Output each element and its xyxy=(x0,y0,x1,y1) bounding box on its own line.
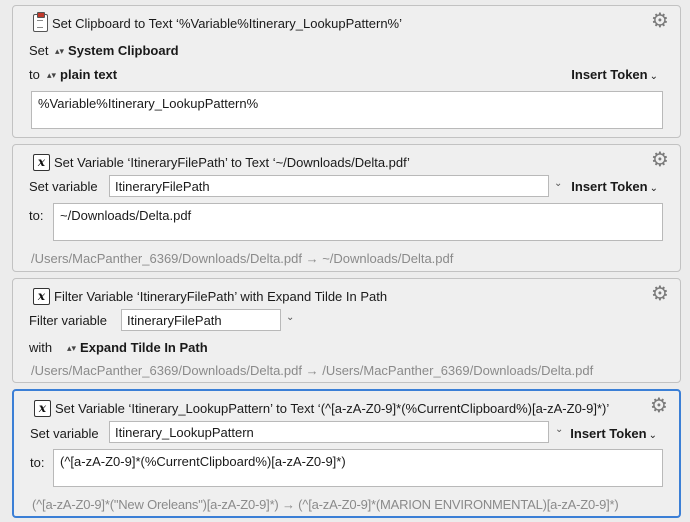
to-label: to xyxy=(29,67,40,82)
insert-token-label: Insert Token xyxy=(571,179,648,194)
clipboard-icon xyxy=(33,12,48,32)
action-filter-variable[interactable]: x Filter Variable ‘ItineraryFilePath’ wi… xyxy=(12,278,681,383)
variable-icon: x xyxy=(33,287,50,305)
gear-icon[interactable]: ⚙ xyxy=(649,396,669,416)
chevron-down-icon[interactable]: ⌄ xyxy=(286,312,294,323)
filter-variable-field[interactable]: ItineraryFilePath xyxy=(121,309,281,331)
variable-text-field[interactable]: (^[a-zA-Z0-9]*(%CurrentClipboard%)[a-zA-… xyxy=(53,449,663,487)
variable-name-field[interactable]: ItineraryFilePath xyxy=(109,175,549,197)
action-title: Filter Variable ‘ItineraryFilePath’ with… xyxy=(54,288,388,304)
insert-token-menu[interactable]: Insert Token ⌄ xyxy=(571,67,658,82)
chevron-down-icon[interactable]: ⌄ xyxy=(554,178,562,189)
action-set-variable-pattern[interactable]: x Set Variable ‘Itinerary_LookupPattern’… xyxy=(12,389,681,518)
action-header[interactable]: x Filter Variable ‘ItineraryFilePath’ wi… xyxy=(33,286,387,306)
to-label: to: xyxy=(30,455,45,470)
gear-icon[interactable]: ⚙ xyxy=(650,284,670,304)
updown-icon: ▴▾ xyxy=(67,343,77,353)
preview-text: /Users/MacPanther_6369/Downloads/Delta.p… xyxy=(31,251,454,266)
preview-text: (^[a-zA-Z0-9]*("New Oreleans")[a-zA-Z0-9… xyxy=(32,497,619,512)
filter-variable-label: Filter variable xyxy=(29,313,108,328)
gear-icon[interactable]: ⚙ xyxy=(650,150,670,170)
filter-selector-value: Expand Tilde In Path xyxy=(80,340,208,355)
action-title: Set Variable ‘ItineraryFilePath’ to Text… xyxy=(54,154,410,170)
insert-token-menu[interactable]: Insert Token ⌄ xyxy=(571,179,658,194)
insert-token-menu[interactable]: Insert Token ⌄ xyxy=(570,426,657,441)
variable-icon: x xyxy=(33,153,50,171)
with-label: with xyxy=(29,340,53,355)
clipboard-text-field[interactable]: %Variable%Itinerary_LookupPattern% xyxy=(31,91,663,129)
chevron-down-icon: ⌄ xyxy=(649,71,658,82)
action-header[interactable]: x Set Variable ‘ItineraryFilePath’ to Te… xyxy=(33,152,410,172)
format-selector[interactable]: ▴▾ plain text xyxy=(47,67,117,82)
variable-text-field[interactable]: ~/Downloads/Delta.pdf xyxy=(53,203,663,241)
updown-icon: ▴▾ xyxy=(55,46,65,56)
insert-token-label: Insert Token xyxy=(571,67,648,82)
to-label: to: xyxy=(29,208,44,223)
action-set-variable-filepath[interactable]: x Set Variable ‘ItineraryFilePath’ to Te… xyxy=(12,144,681,272)
variable-icon: x xyxy=(34,399,51,417)
clipboard-selector-value: System Clipboard xyxy=(68,43,179,58)
gear-icon[interactable]: ⚙ xyxy=(650,11,670,31)
filter-selector[interactable]: ▴▾ Expand Tilde In Path xyxy=(67,340,208,355)
set-label: Set xyxy=(29,43,49,58)
updown-icon: ▴▾ xyxy=(47,70,57,80)
action-set-clipboard[interactable]: Set Clipboard to Text ‘%Variable%Itinera… xyxy=(12,5,681,138)
chevron-down-icon[interactable]: ⌄ xyxy=(555,424,563,435)
variable-name-field[interactable]: Itinerary_LookupPattern xyxy=(109,421,549,443)
insert-token-label: Insert Token xyxy=(570,426,647,441)
set-variable-label: Set variable xyxy=(30,426,99,441)
clipboard-selector[interactable]: ▴▾ System Clipboard xyxy=(55,43,179,58)
preview-text: /Users/MacPanther_6369/Downloads/Delta.p… xyxy=(31,363,594,378)
chevron-down-icon: ⌄ xyxy=(649,183,658,194)
action-header[interactable]: Set Clipboard to Text ‘%Variable%Itinera… xyxy=(33,12,402,33)
chevron-down-icon: ⌄ xyxy=(648,430,657,441)
set-variable-label: Set variable xyxy=(29,179,98,194)
action-title: Set Clipboard to Text ‘%Variable%Itinera… xyxy=(52,15,402,31)
format-selector-value: plain text xyxy=(60,67,118,82)
action-title: Set Variable ‘Itinerary_LookupPattern’ t… xyxy=(55,400,610,416)
action-header[interactable]: x Set Variable ‘Itinerary_LookupPattern’… xyxy=(34,398,609,418)
